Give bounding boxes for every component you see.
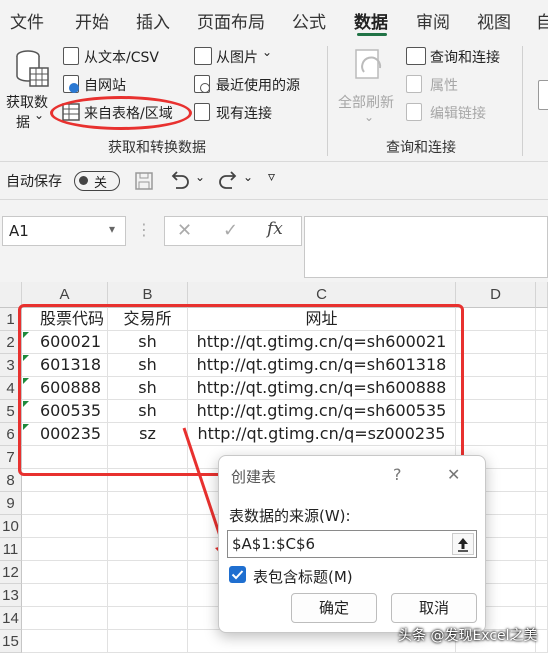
range-value: $A$1:$C$6 [232,535,316,553]
ok-button[interactable]: 确定 [291,593,377,623]
create-table-dialog: 创建表 ? ✕ 表数据的来源(W): $A$1:$C$6 表包含标题(M) 确定… [218,455,486,633]
checkmark-icon [231,570,244,580]
collapse-dialog-button[interactable] [452,533,474,555]
close-button[interactable]: ✕ [447,465,460,484]
collapse-arrow-icon [458,538,468,552]
help-button[interactable]: ? [393,465,402,484]
source-range-label: 表数据的来源(W): [229,507,351,525]
dialog-title: 创建表 [231,468,277,486]
has-headers-checkbox[interactable] [229,566,246,583]
watermark: 头条 @发现Excel之美 [398,628,538,644]
cancel-button[interactable]: 取消 [391,593,477,623]
range-input[interactable]: $A$1:$C$6 [227,530,477,558]
has-headers-checkbox-row[interactable]: 表包含标题(M) [227,564,387,586]
has-headers-label: 表包含标题(M) [253,568,353,586]
